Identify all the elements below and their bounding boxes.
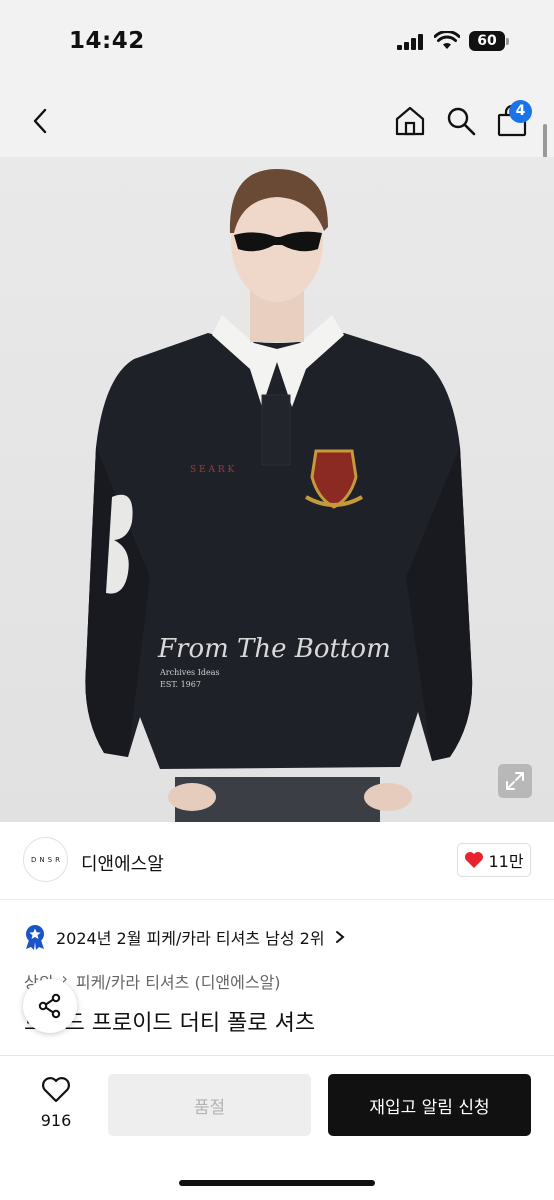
home-icon — [395, 106, 425, 135]
status-bar: 14:42 60 — [0, 0, 554, 84]
fullscreen-button[interactable] — [498, 764, 532, 798]
top-nav — [0, 84, 554, 157]
heart-filled-icon — [465, 852, 484, 868]
soldout-button: 품절 — [108, 1074, 311, 1136]
status-time: 14:42 — [69, 28, 145, 54]
wifi-icon — [434, 31, 460, 49]
battery-level: 60 — [469, 31, 505, 51]
cart-count-badge: 4 — [509, 100, 532, 123]
expand-icon — [506, 772, 524, 790]
rank-badge-icon — [26, 925, 44, 950]
search-button[interactable] — [443, 84, 479, 157]
home-indicator — [179, 1180, 375, 1186]
ranking-link[interactable]: 2024년 2월 피케/카라 티셔츠 남성 2위 — [24, 922, 345, 952]
restock-alert-button[interactable]: 재입고 알림 신청 — [328, 1074, 531, 1136]
bottom-action-bar: 916 품절 재입고 알림 신청 — [0, 1055, 554, 1200]
script-print-text: From The Bottom — [157, 634, 391, 664]
signal-icon — [397, 34, 423, 50]
product-photo-illustration: S E A R K From The Bottom Archives Ideas… — [0, 157, 554, 822]
print-subtext-2: EST. 1967 — [160, 680, 201, 689]
brand-row: DNSR 디앤에스알 11만 — [0, 822, 554, 900]
share-button[interactable] — [23, 979, 77, 1033]
breadcrumb-item[interactable]: 피케/카라 티셔츠 (디앤에스알) — [76, 969, 281, 993]
brand-logo[interactable]: DNSR — [23, 837, 68, 882]
chevron-right-icon — [335, 931, 345, 943]
heart-outline-icon — [42, 1077, 70, 1103]
brand-like-count: 11만 — [488, 852, 524, 871]
print-subtext-1: Archives Ideas — [159, 668, 220, 677]
product-image[interactable]: S E A R K From The Bottom Archives Ideas… — [0, 157, 554, 822]
share-icon — [38, 993, 61, 1019]
wishlist-button[interactable]: 916 — [30, 1076, 82, 1130]
wishlist-count: 916 — [40, 1111, 72, 1130]
home-button[interactable] — [392, 84, 428, 157]
brand-name[interactable]: 디앤에스알 — [81, 850, 164, 876]
chevron-left-icon — [33, 108, 47, 133]
search-icon — [447, 107, 476, 135]
ranking-text: 2024년 2월 피케/카라 티셔츠 남성 2위 — [56, 929, 325, 948]
back-button[interactable] — [22, 84, 58, 157]
battery-icon: 60 — [469, 31, 509, 51]
chest-print-text: S E A R K — [190, 465, 234, 475]
brand-like-button[interactable]: 11만 — [457, 843, 531, 877]
